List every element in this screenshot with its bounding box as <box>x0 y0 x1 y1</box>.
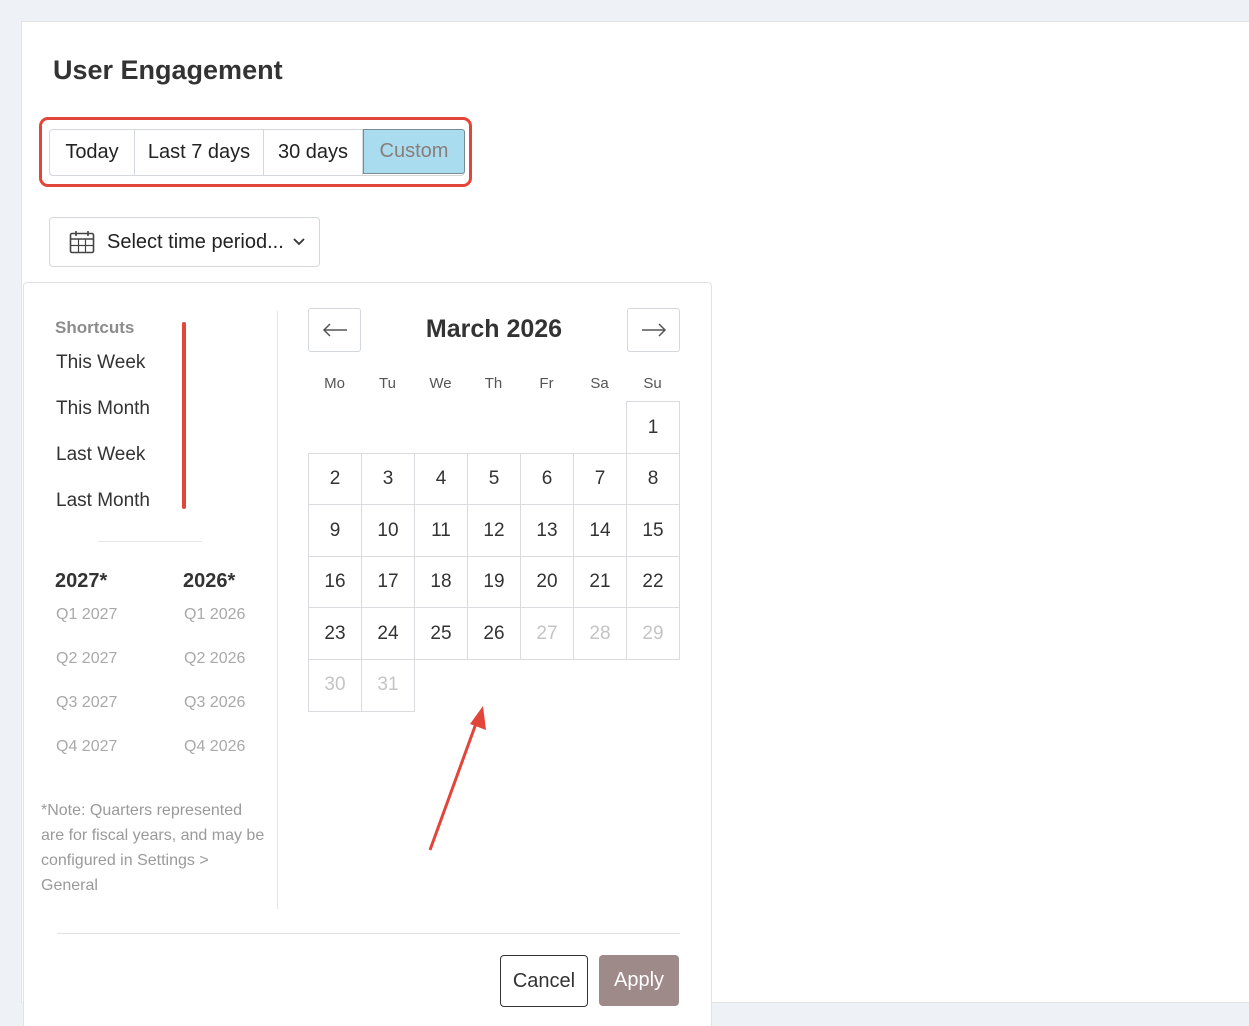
calendar-day[interactable]: 14 <box>573 504 627 557</box>
shortcuts-title: Shortcuts <box>55 318 135 337</box>
calendar-day[interactable]: 15 <box>626 504 680 557</box>
calendar-day[interactable]: 8 <box>626 452 680 506</box>
weekday-label: Su <box>643 375 662 392</box>
quarter-q2-2026[interactable]: Q2 2026 <box>184 650 245 668</box>
calendar-day[interactable]: 20 <box>520 555 574 609</box>
tab-30-days[interactable]: 30 days <box>264 130 363 175</box>
calendar-day[interactable]: 9 <box>308 504 362 557</box>
weekday-label: Mo <box>324 375 345 392</box>
shortcut-last-week[interactable]: Last Week <box>56 444 145 466</box>
date-picker-popover: Shortcuts This Week This Month Last Week… <box>23 282 712 1026</box>
calendar-day[interactable]: 4 <box>414 452 468 506</box>
weekday-label: Tu <box>379 375 396 392</box>
range-tabs: Today Last 7 days 30 days Custom <box>49 129 465 176</box>
calendar-day[interactable]: 23 <box>308 607 362 660</box>
tab-today[interactable]: Today <box>50 130 135 175</box>
next-month-button[interactable] <box>627 308 680 352</box>
calendar-day[interactable]: 22 <box>626 555 680 609</box>
page-title: User Engagement <box>53 55 283 85</box>
calendar-day: 29 <box>626 607 680 660</box>
arrow-right-icon <box>641 323 666 337</box>
calendar-icon <box>69 230 95 254</box>
calendar-day[interactable]: 24 <box>361 607 415 660</box>
calendar-day[interactable]: 16 <box>308 555 362 609</box>
calendar-day: 28 <box>573 607 627 660</box>
fiscal-note: *Note: Quarters represented are for fisc… <box>41 802 265 894</box>
weekday-label: Th <box>484 375 503 392</box>
month-title: March 2026 <box>425 315 563 343</box>
footer-divider <box>57 933 680 934</box>
quarter-q1-2026[interactable]: Q1 2026 <box>184 606 245 624</box>
calendar-day[interactable]: 2 <box>308 452 362 506</box>
calendar-day[interactable]: 12 <box>467 504 521 557</box>
calendar-day[interactable]: 6 <box>520 452 574 506</box>
quarter-q2-2027[interactable]: Q2 2027 <box>56 650 117 668</box>
apply-button[interactable]: Apply <box>599 955 679 1006</box>
calendar-day[interactable]: 3 <box>361 452 415 506</box>
calendar-day[interactable]: 13 <box>520 504 574 557</box>
chevron-down-icon <box>292 237 306 247</box>
annotation-red-line <box>182 322 186 509</box>
tab-last-7-days[interactable]: Last 7 days <box>135 130 264 175</box>
calendar-day[interactable]: 19 <box>467 555 521 609</box>
weekday-label: Sa <box>590 375 609 392</box>
tab-custom[interactable]: Custom <box>363 129 465 174</box>
shortcut-this-week[interactable]: This Week <box>56 352 145 374</box>
calendar-day[interactable]: 21 <box>573 555 627 609</box>
calendar-day[interactable]: 25 <box>414 607 468 660</box>
calendar-day[interactable]: 26 <box>467 607 521 660</box>
calendar-day[interactable]: 17 <box>361 555 415 609</box>
panel-divider <box>277 311 278 909</box>
calendar-day[interactable]: 7 <box>573 452 627 506</box>
shortcut-this-month[interactable]: This Month <box>56 398 150 420</box>
quarter-q4-2027[interactable]: Q4 2027 <box>56 738 117 756</box>
calendar-day[interactable]: 5 <box>467 452 521 506</box>
fiscal-year-heading-2027: 2027* <box>55 570 108 592</box>
shortcuts-divider <box>98 541 202 542</box>
cancel-button[interactable]: Cancel <box>500 955 588 1007</box>
calendar-day: 31 <box>361 658 415 712</box>
fiscal-year-heading-2026: 2026* <box>183 570 236 592</box>
weekday-label: Fr <box>539 375 554 392</box>
time-period-select[interactable]: Select time period... <box>49 217 320 267</box>
calendar-day: 27 <box>520 607 574 660</box>
calendar-day[interactable]: 18 <box>414 555 468 609</box>
annotation-arrow-icon <box>428 706 486 851</box>
calendar-day[interactable]: 11 <box>414 504 468 557</box>
quarter-q1-2027[interactable]: Q1 2027 <box>56 606 117 624</box>
calendar-day[interactable]: 10 <box>361 504 415 557</box>
shortcut-last-month[interactable]: Last Month <box>56 490 150 512</box>
quarter-q4-2026[interactable]: Q4 2026 <box>184 738 245 756</box>
weekday-label: We <box>429 375 452 392</box>
calendar-day[interactable]: 1 <box>626 401 680 454</box>
quarter-q3-2027[interactable]: Q3 2027 <box>56 694 117 712</box>
time-period-label: Select time period... <box>107 230 284 253</box>
calendar-day: 30 <box>308 658 362 712</box>
quarter-q3-2026[interactable]: Q3 2026 <box>184 694 245 712</box>
